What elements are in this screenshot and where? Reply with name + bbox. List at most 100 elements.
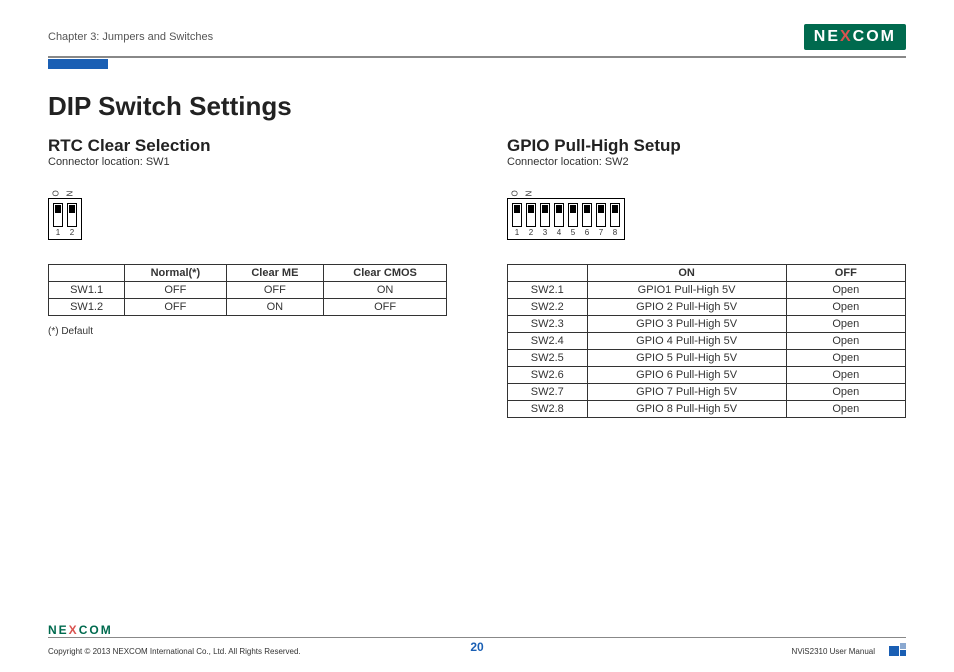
page-number: 20: [470, 640, 483, 654]
square-icon: [900, 650, 906, 656]
sw2-table: ON OFF SW2.1GPIO1 Pull-High 5VOpen SW2.2…: [507, 264, 906, 418]
sw2-slot-6: [582, 203, 592, 227]
sw2-on-label: O N: [511, 188, 906, 197]
sw2-num: 3: [540, 228, 550, 237]
right-column: GPIO Pull-High Setup Connector location:…: [507, 136, 906, 418]
sw2-n: N: [525, 189, 534, 197]
page-footer: NEXCOM Copyright © 2013 NEXCOM Internati…: [48, 623, 906, 657]
gpio-connector-label: Connector location: SW2: [507, 156, 906, 168]
sw1-dip-diagram: O N 1 2: [48, 188, 447, 240]
sw1-table: Normal(*) Clear ME Clear CMOS SW1.1 OFF …: [48, 264, 447, 316]
dip-knob-icon: [598, 205, 604, 213]
table-row: SW2.7GPIO 7 Pull-High 5VOpen: [508, 384, 906, 401]
cell: OFF: [226, 282, 324, 299]
sw1-slot-1: [53, 203, 63, 227]
dip-knob-icon: [570, 205, 576, 213]
sw1-th-0: [49, 265, 125, 282]
cell: GPIO 2 Pull-High 5V: [587, 299, 786, 316]
sw2-slot-4: [554, 203, 564, 227]
sw1-slot-2: [67, 203, 77, 227]
dip-knob-icon: [69, 205, 75, 213]
sw2-th-1: ON: [587, 265, 786, 282]
sw2-th-0: [508, 265, 588, 282]
sw2-slot-2: [526, 203, 536, 227]
cell: OFF: [125, 282, 226, 299]
content-columns: RTC Clear Selection Connector location: …: [48, 136, 906, 418]
cell: Open: [786, 350, 905, 367]
sw1-tbody: SW1.1 OFF OFF ON SW1.2 OFF ON OFF: [49, 282, 447, 316]
chapter-label: Chapter 3: Jumpers and Switches: [48, 31, 213, 43]
footer-logo: NEXCOM: [48, 623, 906, 637]
cell: SW2.6: [508, 367, 588, 384]
sw2-num: 4: [554, 228, 564, 237]
cell: SW2.7: [508, 384, 588, 401]
table-row: SW2.6GPIO 6 Pull-High 5VOpen: [508, 367, 906, 384]
table-row: SW2.3GPIO 3 Pull-High 5VOpen: [508, 316, 906, 333]
footer-squares-icon: [889, 643, 906, 656]
cell: SW1.2: [49, 299, 125, 316]
logo-post: COM: [853, 28, 896, 45]
cell: Open: [786, 367, 905, 384]
sw1-nums: 1 2: [53, 228, 77, 237]
footer-right-wrap: NViS2310 User Manual: [620, 643, 906, 656]
sw1-th-1: Normal(*): [125, 265, 226, 282]
default-footnote: (*) Default: [48, 326, 447, 337]
dip-knob-icon: [542, 205, 548, 213]
square-stack-icon: [900, 643, 906, 656]
dip-knob-icon: [556, 205, 562, 213]
manual-label: NViS2310 User Manual: [792, 647, 875, 656]
table-row: SW2.2GPIO 2 Pull-High 5VOpen: [508, 299, 906, 316]
sw2-slot-5: [568, 203, 578, 227]
table-row: SW1.2 OFF ON OFF: [49, 299, 447, 316]
page-title: DIP Switch Settings: [48, 91, 906, 122]
sw1-num-2: 2: [67, 228, 77, 237]
header-divider: [48, 56, 906, 58]
header-logo: NEXCOM: [804, 24, 906, 50]
table-row: SW2.4GPIO 4 Pull-High 5VOpen: [508, 333, 906, 350]
cell: OFF: [324, 299, 447, 316]
table-row: SW2.8GPIO 8 Pull-High 5VOpen: [508, 401, 906, 418]
cell: GPIO 8 Pull-High 5V: [587, 401, 786, 418]
footer-logo-pre: NE: [48, 623, 69, 637]
square-icon: [900, 643, 906, 649]
sw2-num: 1: [512, 228, 522, 237]
footer-logo-post: COM: [79, 623, 113, 637]
cell: GPIO 7 Pull-High 5V: [587, 384, 786, 401]
footer-logo-text: NEXCOM: [48, 623, 113, 637]
dip-knob-icon: [528, 205, 534, 213]
sw2-num: 5: [568, 228, 578, 237]
page-header: Chapter 3: Jumpers and Switches NEXCOM: [48, 24, 906, 50]
cell: GPIO 3 Pull-High 5V: [587, 316, 786, 333]
sw1-th-2: Clear ME: [226, 265, 324, 282]
cell: SW2.3: [508, 316, 588, 333]
rtc-heading: RTC Clear Selection: [48, 136, 447, 156]
sw2-num: 7: [596, 228, 606, 237]
cell: GPIO 5 Pull-High 5V: [587, 350, 786, 367]
square-icon: [889, 646, 899, 656]
cell: SW1.1: [49, 282, 125, 299]
sw2-slot-1: [512, 203, 522, 227]
sw2-num: 8: [610, 228, 620, 237]
logo-x: X: [840, 28, 853, 45]
dip-knob-icon: [584, 205, 590, 213]
copyright-text: Copyright © 2013 NEXCOM International Co…: [48, 647, 334, 656]
gpio-heading: GPIO Pull-High Setup: [507, 136, 906, 156]
left-column: RTC Clear Selection Connector location: …: [48, 136, 447, 418]
accent-bar: [48, 59, 108, 69]
cell: ON: [226, 299, 324, 316]
logo-text: NEXCOM: [814, 28, 896, 46]
sw1-dip-box: 1 2: [48, 198, 82, 240]
sw2-slots: [512, 203, 620, 227]
cell: Open: [786, 282, 905, 299]
sw2-num: 2: [526, 228, 536, 237]
sw1-o: O: [52, 189, 61, 197]
cell: SW2.8: [508, 401, 588, 418]
sw1-slots: [53, 203, 77, 227]
table-header-row: ON OFF: [508, 265, 906, 282]
footer-top: NEXCOM: [48, 623, 906, 637]
cell: GPIO 6 Pull-High 5V: [587, 367, 786, 384]
cell: SW2.4: [508, 333, 588, 350]
sw2-o: O: [511, 189, 520, 197]
cell: Open: [786, 401, 905, 418]
table-row: SW1.1 OFF OFF ON: [49, 282, 447, 299]
